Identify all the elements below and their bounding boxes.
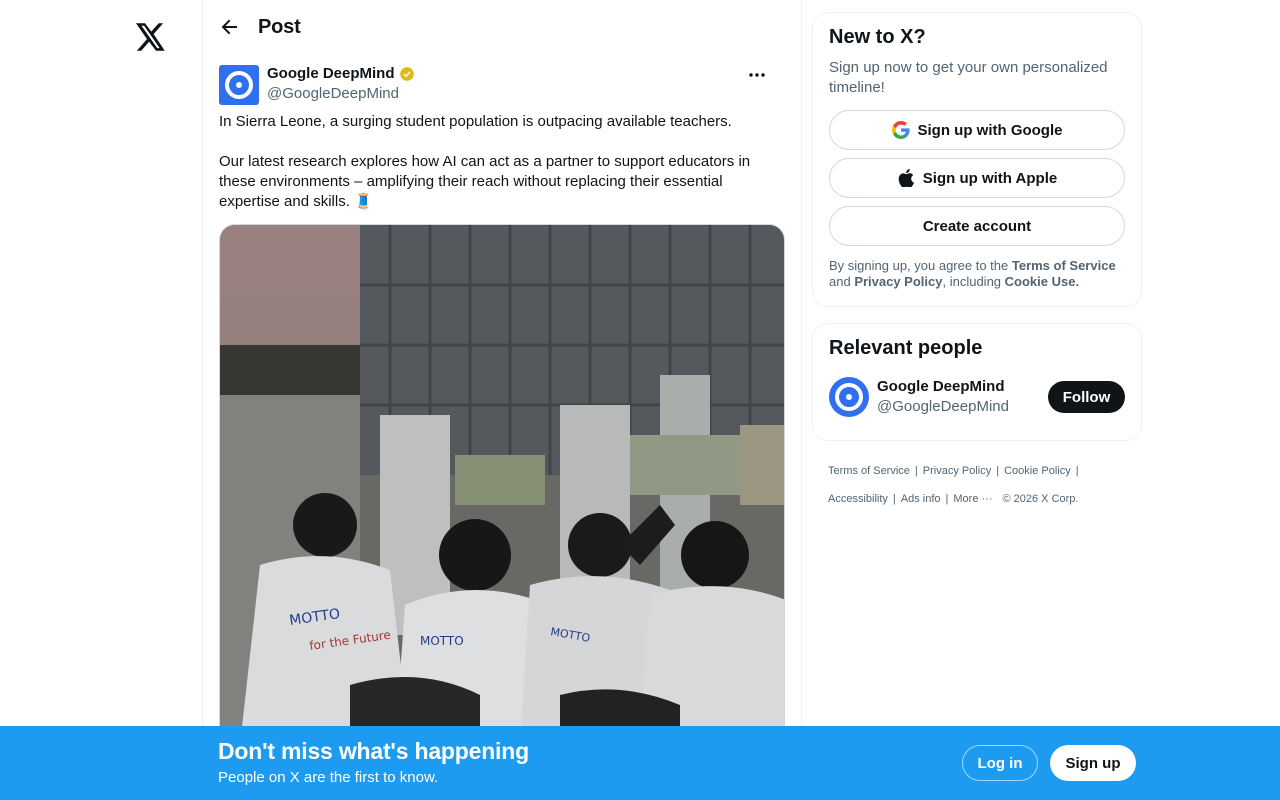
footer-line-2: Accessibility | Ads info | More ··· © 2026 X … (828, 493, 1079, 505)
author-name[interactable]: Google DeepMind (267, 64, 395, 84)
left-rail (0, 0, 202, 800)
footer-links: Terms of Service | Privacy Policy | Cookie P… (812, 457, 1142, 513)
post-text-paragraph-2: Our latest research explores how AI can … (219, 153, 751, 210)
signup-google-label: Sign up with Google (917, 121, 1063, 139)
relevant-person[interactable]: Google DeepMind @GoogleDeepMind Follow (829, 370, 1125, 424)
author-meta: Google DeepMind @GoogleDeepMind (267, 64, 415, 104)
signup-card: New to X? Sign up now to get your own pe… (812, 12, 1142, 307)
signup-banner: Don't miss what's happening People on X … (0, 726, 1280, 800)
back-arrow-icon[interactable] (219, 16, 241, 38)
footer-line-1: Terms of Service | Privacy Policy | Cookie P… (828, 465, 1079, 477)
person-handle[interactable]: @GoogleDeepMind (877, 397, 1048, 417)
person-meta: Google DeepMind @GoogleDeepMind (877, 377, 1048, 417)
post-header: Post (203, 0, 801, 54)
legal-and: and (829, 274, 855, 289)
footer-copyright: © 2026 X Corp. (1002, 493, 1079, 505)
google-icon (891, 121, 910, 139)
right-sidebar: New to X? Sign up now to get your own pe… (812, 12, 1142, 513)
author-handle[interactable]: @GoogleDeepMind (267, 84, 415, 104)
apple-icon (897, 169, 915, 187)
login-button[interactable]: Log in (962, 745, 1038, 781)
legal-terms-link[interactable]: Terms of Service (1012, 258, 1116, 273)
page-title: Post (258, 15, 301, 38)
deepmind-avatar-round[interactable] (829, 377, 869, 417)
signup-button[interactable]: Sign up (1050, 745, 1136, 781)
create-account-label: Create account (922, 217, 1032, 235)
signup-apple-button[interactable]: Sign up with Apple (829, 158, 1125, 198)
footer-ads-link[interactable]: Ads info (901, 493, 941, 505)
banner-subtitle: People on X are the first to know. (218, 769, 439, 786)
signup-card-subtitle: Sign up now to get your own personalized… (829, 59, 1108, 96)
signup-google-button[interactable]: Sign up with Google (829, 110, 1125, 150)
author-name-row[interactable]: Google DeepMind (267, 64, 415, 84)
footer-terms-link[interactable]: Terms of Service (828, 465, 910, 477)
post-author: Google DeepMind @GoogleDeepMind (219, 64, 785, 112)
legal-prefix: By signing up, you agree to the (829, 258, 1012, 273)
person-name[interactable]: Google DeepMind (877, 377, 1048, 397)
banner-title: Don't miss what's happening (218, 738, 529, 764)
footer-privacy-link[interactable]: Privacy Policy (923, 465, 991, 477)
post-text-paragraph-1: In Sierra Leone, a surging student popul… (219, 113, 732, 130)
post-image[interactable]: MOTTO for the Future MOTTO MOTTO (219, 224, 785, 744)
relevant-people-card: Relevant people Google DeepMind @GoogleD… (812, 323, 1142, 441)
post: Google DeepMind @GoogleDeepMind In Sierr… (203, 64, 801, 744)
more-icon[interactable] (745, 66, 769, 84)
x-logo-icon[interactable] (133, 19, 169, 55)
signup-card-title: New to X? (829, 26, 926, 48)
footer-accessibility-link[interactable]: Accessibility (828, 493, 888, 505)
footer-more-link[interactable]: More ··· (953, 493, 992, 505)
legal-including: , including (942, 274, 1005, 289)
relevant-people-title: Relevant people (829, 337, 983, 359)
follow-button[interactable]: Follow (1048, 381, 1125, 413)
footer-cookie-link[interactable]: Cookie Policy (1004, 465, 1071, 477)
deepmind-avatar[interactable] (219, 65, 259, 105)
verified-badge-icon (399, 66, 415, 82)
main-column: Post Google DeepMind @GoogleDeepMind In … (202, 0, 802, 800)
create-account-button[interactable]: Create account (829, 206, 1125, 246)
post-text: In Sierra Leone, a surging student popul… (219, 112, 779, 212)
legal-cookie-link[interactable]: Cookie Use. (1005, 274, 1079, 289)
signup-apple-label: Sign up with Apple (922, 169, 1058, 187)
signup-legal-text: By signing up, you agree to the Terms of… (829, 258, 1125, 290)
legal-privacy-link[interactable]: Privacy Policy (854, 274, 942, 289)
